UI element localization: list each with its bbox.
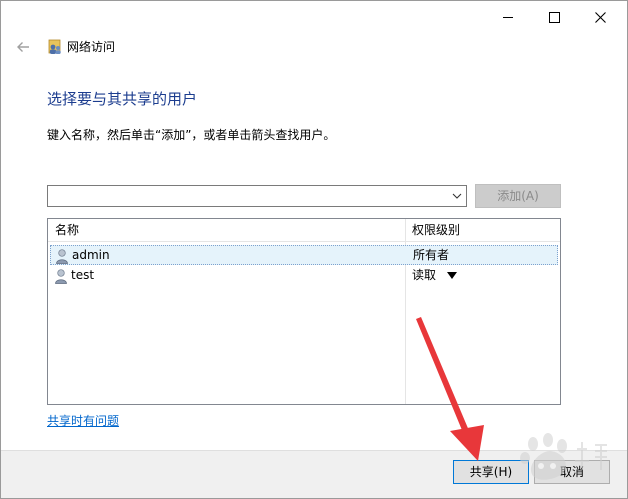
network-access-dialog: 网络访问 选择要与其共享的用户 键入名称，然后单击“添加”，或者单击箭头查找用户… — [0, 0, 628, 499]
add-button[interactable]: 添加(A) — [475, 184, 561, 208]
window-title: 网络访问 — [67, 40, 116, 54]
sharing-help-link[interactable]: 共享时有问题 — [47, 413, 119, 429]
user-name: admin — [72, 248, 110, 262]
user-name: test — [71, 268, 95, 282]
close-icon — [594, 11, 606, 23]
annotation-arrow-icon — [416, 317, 484, 461]
minimize-icon — [503, 16, 513, 18]
minimize-button[interactable] — [485, 1, 531, 33]
column-header-permission[interactable]: 权限级别 — [412, 222, 460, 238]
title-bar — [1, 1, 627, 33]
page-heading: 选择要与其共享的用户 — [47, 90, 198, 108]
user-icon — [56, 249, 68, 264]
instructions-text: 键入名称，然后单击“添加”，或者单击箭头查找用户。 — [47, 128, 336, 142]
permission-level[interactable]: 读取 — [412, 267, 436, 283]
maximize-icon — [548, 11, 560, 23]
table-row[interactable]: test 读取 — [50, 266, 558, 286]
maximize-button[interactable] — [531, 1, 577, 33]
chevron-down-icon[interactable] — [447, 272, 457, 279]
baidu-watermark-logo — [520, 433, 607, 480]
column-header-name[interactable]: 名称 — [55, 222, 79, 238]
user-icon — [55, 269, 67, 284]
table-row[interactable]: admin 所有者 — [50, 245, 558, 265]
user-name-combobox[interactable] — [47, 185, 467, 207]
network-users-icon — [48, 39, 61, 54]
back-arrow-icon[interactable] — [15, 39, 31, 55]
close-button[interactable] — [577, 1, 623, 33]
list-header: 名称 权限级别 — [48, 219, 560, 242]
chevron-down-icon[interactable] — [452, 191, 462, 201]
permission-level: 所有者 — [413, 248, 450, 262]
